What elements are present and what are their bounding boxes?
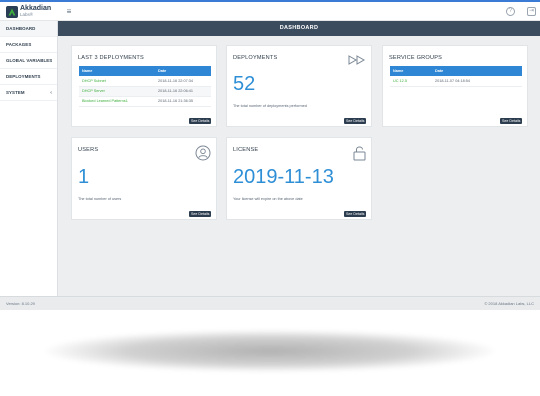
card-title: LICENSE [233, 147, 259, 153]
hamburger-menu-icon[interactable]: ≡ [64, 7, 74, 17]
see-details-button[interactable]: See Details [344, 118, 367, 124]
license-card: LICENSE 2019-11-13 Your license will exp… [226, 137, 372, 220]
deployments-count: 52 [233, 73, 256, 95]
see-details-button[interactable]: See Details [189, 211, 212, 217]
service-group-name-link[interactable]: UC 12.5 [390, 76, 432, 87]
deployment-name-link[interactable]: DHCP Server [79, 86, 155, 97]
deployment-date: 2018-11-16 22:06:41 [155, 86, 211, 97]
deployment-date: 2018-11-16 22:07:34 [155, 76, 211, 87]
column-header-date[interactable]: Date [432, 66, 522, 76]
sidebar: DASHBOARD PACKAGES GLOBAL VARIABLES DEPL… [0, 21, 58, 296]
card-title: SERVICE GROUPS [389, 55, 443, 61]
card-title: LAST 3 DEPLOYMENTS [78, 55, 144, 61]
service-group-date: 2018-11-07 04:18:54 [432, 76, 522, 87]
app-logo[interactable]: Akkadian Labs® [6, 5, 58, 19]
chevron-left-icon: ‹ [50, 90, 52, 96]
column-header-name[interactable]: Name [79, 66, 155, 76]
lock-icon [353, 146, 366, 161]
table-row: Blocked Learned Patterns1 2018-11-16 21:… [79, 96, 211, 107]
deployments-card: DEPLOYMENTS 52 The total number of deplo… [226, 45, 372, 127]
deployment-name-link[interactable]: DHCP Subnet [79, 76, 155, 87]
brand-sub: Labs® [20, 12, 34, 17]
top-bar: Akkadian Labs® ≡ ? ⇥ [0, 2, 540, 21]
sidebar-item-dashboard[interactable]: DASHBOARD [0, 21, 57, 37]
license-expiry-date: 2019-11-13 [233, 166, 334, 188]
deployments-table: Name Date DHCP Subnet 2018-11-16 22:07:3… [79, 66, 211, 107]
sidebar-item-label: SYSTEM [6, 90, 25, 95]
table-row: UC 12.5 2018-11-07 04:18:54 [390, 76, 522, 87]
table-header-row: Name Date [390, 66, 522, 76]
deployment-date: 2018-11-16 21:36:35 [155, 96, 211, 107]
service-groups-card: SERVICE GROUPS Name Date UC 12.5 2018-11… [382, 45, 528, 127]
sidebar-item-deployments[interactable]: DEPLOYMENTS [0, 69, 57, 85]
help-icon[interactable]: ? [506, 7, 515, 16]
column-header-name[interactable]: Name [390, 66, 432, 76]
column-header-date[interactable]: Date [155, 66, 211, 76]
see-details-button[interactable]: See Details [500, 118, 523, 124]
app-window: Akkadian Labs® ≡ ? ⇥ DASHBOARD PACKAGES … [0, 0, 540, 310]
see-details-button[interactable]: See Details [344, 211, 367, 217]
users-description: The total number of users [78, 197, 122, 201]
copyright-label: © 2018 Akkadian Labs, LLC [484, 301, 534, 306]
logout-icon[interactable]: ⇥ [527, 7, 536, 16]
last-deployments-card: LAST 3 DEPLOYMENTS Name Date DHCP Subnet… [71, 45, 217, 127]
card-title: DEPLOYMENTS [233, 55, 278, 61]
sidebar-item-label: GLOBAL VARIABLES [6, 58, 53, 63]
sidebar-item-label: DEPLOYMENTS [6, 74, 41, 79]
footer: Version: 8.10.29 © 2018 Akkadian Labs, L… [0, 296, 540, 310]
table-header-row: Name Date [79, 66, 211, 76]
sidebar-item-label: DASHBOARD [6, 26, 36, 31]
logo-mark-icon [6, 6, 18, 18]
service-groups-table: Name Date UC 12.5 2018-11-07 04:18:54 [390, 66, 522, 87]
see-details-button[interactable]: See Details [189, 118, 212, 124]
sidebar-item-global-variables[interactable]: GLOBAL VARIABLES [0, 53, 57, 69]
license-description: Your license will expire on the above da… [233, 197, 303, 201]
user-icon [195, 145, 211, 161]
deployment-name-link[interactable]: Blocked Learned Patterns1 [79, 96, 155, 107]
users-count: 1 [78, 166, 90, 188]
users-card: USERS 1 The total number of users See De… [71, 137, 217, 220]
fast-forward-icon [348, 55, 366, 65]
table-row: DHCP Server 2018-11-16 22:06:41 [79, 86, 211, 97]
card-title: USERS [78, 147, 99, 153]
sidebar-item-system[interactable]: SYSTEM ‹ [0, 85, 57, 101]
sidebar-item-packages[interactable]: PACKAGES [0, 37, 57, 53]
sidebar-item-label: PACKAGES [6, 42, 32, 47]
deployments-description: The total number of deployments performe… [233, 104, 307, 108]
table-row: DHCP Subnet 2018-11-16 22:07:34 [79, 76, 211, 87]
window-drop-shadow [45, 330, 495, 372]
version-label: Version: 8.10.29 [6, 301, 35, 306]
page-title: DASHBOARD [58, 21, 540, 36]
